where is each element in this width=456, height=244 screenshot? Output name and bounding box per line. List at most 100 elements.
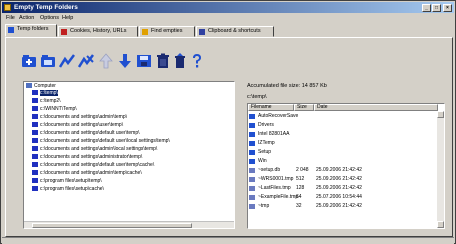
tree-horizontal-scrollbar[interactable] — [24, 221, 234, 228]
file-date: 25.09.2006 21:42:42 — [316, 167, 362, 173]
save-icon[interactable] — [136, 53, 152, 69]
folder-icon — [32, 170, 38, 176]
find-empties-tab-icon — [142, 29, 148, 35]
uncheck-icon[interactable] — [78, 53, 94, 69]
file-name: Drivers — [258, 122, 274, 128]
file-name: ~ExampleFile.tmp — [258, 194, 299, 200]
main-window: Empty Temp Folders _ □ × File Action Opt… — [0, 0, 456, 244]
tree-item[interactable]: c:\documents and settings\user\temp\ — [32, 122, 123, 129]
tab-label: Clipboard & shortcuts — [208, 28, 261, 34]
tree-item-label: c:\documents and settings\administrator\… — [40, 154, 143, 160]
tree-item[interactable]: c:\program files\setup\cache\ — [32, 186, 104, 193]
file-date: 25.09.2006 21:42:42 — [316, 176, 362, 182]
help-icon[interactable] — [189, 53, 205, 69]
delete-icon[interactable] — [155, 53, 171, 69]
tab-clipboard-shortcuts[interactable]: Clipboard & shortcuts — [196, 26, 274, 37]
folder-icon[interactable] — [40, 53, 56, 69]
file-row[interactable]: Drivers — [248, 122, 438, 129]
clipboard-tab-icon — [199, 29, 205, 35]
folder-icon — [249, 141, 255, 146]
file-row[interactable]: ~setup.db 2 048 25.09.2006 21:42:42 — [248, 167, 438, 174]
column-header-size[interactable]: Size — [294, 104, 314, 111]
menu-action[interactable]: Action — [19, 14, 34, 23]
file-list-vertical-scrollbar[interactable] — [437, 111, 444, 228]
folder-icon — [32, 122, 38, 128]
arrow-up-icon[interactable] — [98, 53, 114, 69]
file-icon — [249, 195, 255, 200]
column-header-date[interactable]: Date — [314, 104, 438, 111]
folder-icon — [249, 159, 255, 164]
tree-item[interactable]: c:\program files\setup\temp\ — [32, 178, 102, 185]
column-header-filename[interactable]: Filename — [248, 104, 294, 111]
tree-item-label: c:\documents and settings\default user\t… — [40, 162, 155, 168]
tree-item[interactable]: c:\documents and settings\administrator\… — [32, 154, 142, 161]
folder-icon — [32, 154, 38, 160]
tree-item[interactable]: c:\WINNT\Temp\ — [32, 106, 77, 113]
tree-item-label: c:\documents and settings\default user\t… — [40, 130, 140, 136]
add-folder-icon[interactable] — [21, 53, 37, 69]
file-size: 64 — [296, 194, 302, 200]
file-row[interactable]: AutoRecoverSave — [248, 113, 438, 120]
pane-splitter[interactable] — [237, 81, 243, 229]
tree-item[interactable]: c:\documents and settings\default user\t… — [32, 162, 154, 169]
tab-find-empties[interactable]: Find empties — [139, 26, 195, 37]
title-bar[interactable]: Empty Temp Folders _ □ × — [2, 2, 454, 13]
tree-item[interactable]: c:\documents and settings\admin\temp\cac… — [32, 170, 142, 177]
file-name: Setup — [258, 149, 272, 155]
menu-options[interactable]: Options — [40, 14, 59, 23]
file-list[interactable]: Filename Size Date AutoRecoverSave Driver… — [247, 103, 445, 229]
folder-icon — [32, 98, 38, 104]
scrollbar-thumb[interactable] — [32, 223, 192, 228]
check-icon[interactable] — [59, 53, 75, 69]
tree-root[interactable]: Computer — [26, 83, 56, 90]
file-name: Win — [258, 158, 267, 164]
file-row[interactable]: ~WRS0001.tmp 512 25.09.2006 21:42:42 — [248, 176, 438, 183]
file-icon — [249, 168, 255, 173]
file-row[interactable]: Setup — [248, 149, 438, 156]
folder-tree[interactable]: Computer c:\temp\ c:\temp2\ c:\WINNT\Temp\… — [23, 81, 235, 229]
folder-icon — [249, 114, 255, 119]
file-row[interactable]: IZTemp — [248, 140, 438, 147]
folder-icon — [32, 178, 38, 184]
file-row[interactable]: ~tmp 32 25.09.2006 21:42:42 — [248, 203, 438, 210]
scroll-up-button[interactable] — [437, 111, 444, 118]
tree-item-label: c:\documents and settings\admin\temp\ — [40, 114, 127, 120]
tab-label: Cookies, History, URLs — [70, 28, 127, 34]
minimize-button[interactable]: _ — [422, 4, 431, 12]
file-size: 2 048 — [296, 167, 309, 173]
tree-item[interactable]: c:\documents and settings\admin\local se… — [32, 146, 157, 153]
tree-item[interactable]: c:\documents and settings\default user\t… — [32, 130, 140, 137]
file-row[interactable]: Win — [248, 158, 438, 165]
file-name: Intel 82801AA — [258, 131, 290, 137]
close-button[interactable]: × — [443, 4, 452, 12]
menu-file[interactable]: File — [6, 14, 15, 23]
arrow-down-icon[interactable] — [117, 53, 133, 69]
folder-icon — [32, 162, 38, 168]
file-name: ~WRS0001.tmp — [258, 176, 294, 182]
file-row[interactable]: ~LastFiles.tmp 128 25.09.2006 21:42:42 — [248, 185, 438, 192]
file-row[interactable]: ~ExampleFile.tmp 64 25.07.2006 10:54:44 — [248, 194, 438, 201]
tree-item[interactable]: c:\documents and settings\default user\l… — [32, 138, 170, 145]
tree-item[interactable]: c:\temp2\ — [32, 98, 61, 105]
tree-item-label: c:\program files\setup\cache\ — [40, 186, 104, 192]
tab-cookies-history-urls[interactable]: Cookies, History, URLs — [58, 26, 138, 37]
tab-label: Temp folders — [17, 26, 49, 32]
maximize-button[interactable]: □ — [432, 4, 441, 12]
folder-icon — [249, 150, 255, 155]
file-name: ~LastFiles.tmp — [258, 185, 291, 191]
scroll-down-button[interactable] — [437, 221, 444, 228]
menu-help[interactable]: Help — [62, 14, 73, 23]
file-name: ~tmp — [258, 203, 270, 209]
computer-icon — [26, 83, 32, 89]
tab-temp-folders[interactable]: Temp folders — [5, 24, 57, 37]
app-icon — [4, 4, 11, 11]
tree-item-label: c:\WINNT\Temp\ — [40, 106, 77, 112]
cookies-tab-icon — [61, 29, 67, 35]
file-row[interactable]: Intel 82801AA — [248, 131, 438, 138]
file-name: IZTemp — [258, 140, 275, 146]
folder-icon — [32, 106, 38, 112]
tree-item[interactable]: c:\temp\ — [32, 90, 58, 97]
tree-item[interactable]: c:\documents and settings\admin\temp\ — [32, 114, 127, 121]
tab-label: Find empties — [151, 28, 183, 34]
empty-icon[interactable] — [172, 53, 188, 69]
